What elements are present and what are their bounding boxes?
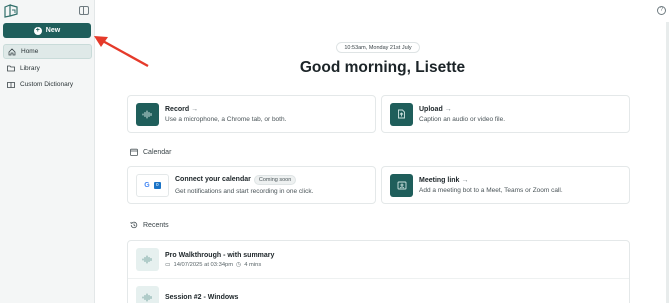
outlook-icon: o	[153, 181, 161, 189]
connect-calendar-desc: Get notifications and start recording in…	[175, 188, 314, 195]
waveform-icon	[142, 293, 152, 302]
date-text: 10:53am, Monday 21st July	[344, 44, 412, 51]
page-title: Good morning, Lisette	[299, 59, 466, 76]
calendar-small-icon: ▭	[165, 261, 171, 268]
clock-icon: ◷	[236, 261, 242, 268]
meeting-link-title: Meeting link →	[419, 176, 469, 184]
recording-name: Pro Walkthrough - with summary	[165, 251, 275, 259]
connect-calendar-card[interactable]: G o Connect your calendar Coming soon Get…	[127, 166, 376, 204]
sidebar-item-label: Home	[21, 48, 39, 55]
record-desc: Use a microphone, a Chrome tab, or both.	[165, 115, 287, 123]
record-tile	[136, 102, 159, 126]
recording-meta: ▭ 14/07/2025 at 03:34pm ◷ 4 mins	[165, 262, 274, 268]
book-icon	[7, 81, 15, 88]
record-title: Record →	[165, 105, 199, 113]
upload-title: Upload →	[419, 105, 452, 113]
recents-section-label: Recents	[130, 221, 169, 229]
list-item[interactable]: Pro Walkthrough - with summary ▭ 14/07/2…	[128, 241, 629, 279]
home-icon	[8, 47, 16, 55]
list-item[interactable]: Session #2 - Windows	[128, 279, 629, 303]
date-pill: 10:53am, Monday 21st July	[336, 42, 420, 53]
history-icon	[130, 221, 138, 229]
sidebar-item-label: Custom Dictionary	[20, 81, 74, 88]
record-card[interactable]: Record → Use a microphone, a Chrome tab, …	[127, 95, 376, 133]
waveform-icon	[142, 110, 152, 118]
recording-name: Session #2 - Windows	[165, 294, 239, 301]
waveform-icon	[142, 255, 152, 264]
upload-desc: Caption an audio or video file.	[419, 115, 506, 123]
plus-icon: +	[33, 26, 42, 35]
recording-thumb	[136, 248, 159, 271]
upload-card[interactable]: Upload → Caption an audio or video file.	[381, 95, 630, 133]
recording-duration: 4 mins	[244, 261, 262, 268]
recording-thumb	[136, 286, 159, 303]
recents-list: Pro Walkthrough - with summary ▭ 14/07/2…	[127, 240, 630, 303]
meeting-link-tile	[390, 173, 413, 197]
screen-icon	[397, 181, 406, 189]
help-icon[interactable]: ?	[657, 6, 666, 15]
calendar-icon	[130, 148, 138, 156]
sidebar-item-custom-dictionary[interactable]: Custom Dictionary	[3, 77, 92, 92]
upload-file-icon	[398, 109, 405, 119]
google-icon: G	[144, 181, 150, 189]
meeting-link-card[interactable]: Meeting link → Add a meeting bot to a Mee…	[381, 166, 630, 204]
recording-date: 14/07/2025 at 03:34pm	[173, 261, 234, 268]
upload-tile	[390, 102, 413, 126]
meeting-link-desc: Add a meeting bot to a Meet, Teams or Zo…	[419, 186, 563, 194]
sidebar-item-home[interactable]: Home	[3, 44, 92, 59]
collapse-sidebar-icon[interactable]	[79, 6, 89, 15]
coming-soon-badge: Coming soon	[253, 175, 297, 185]
app-logo-icon[interactable]	[4, 4, 18, 18]
calendar-providers-tile: G o	[136, 173, 169, 197]
new-button[interactable]: + New	[3, 23, 91, 38]
calendar-section-label: Calendar	[130, 148, 171, 156]
new-button-label: New	[45, 27, 61, 34]
connect-calendar-title: Connect your calendar Coming soon	[175, 175, 313, 185]
sidebar: + New Home Library Custom Dictionary	[0, 0, 95, 303]
